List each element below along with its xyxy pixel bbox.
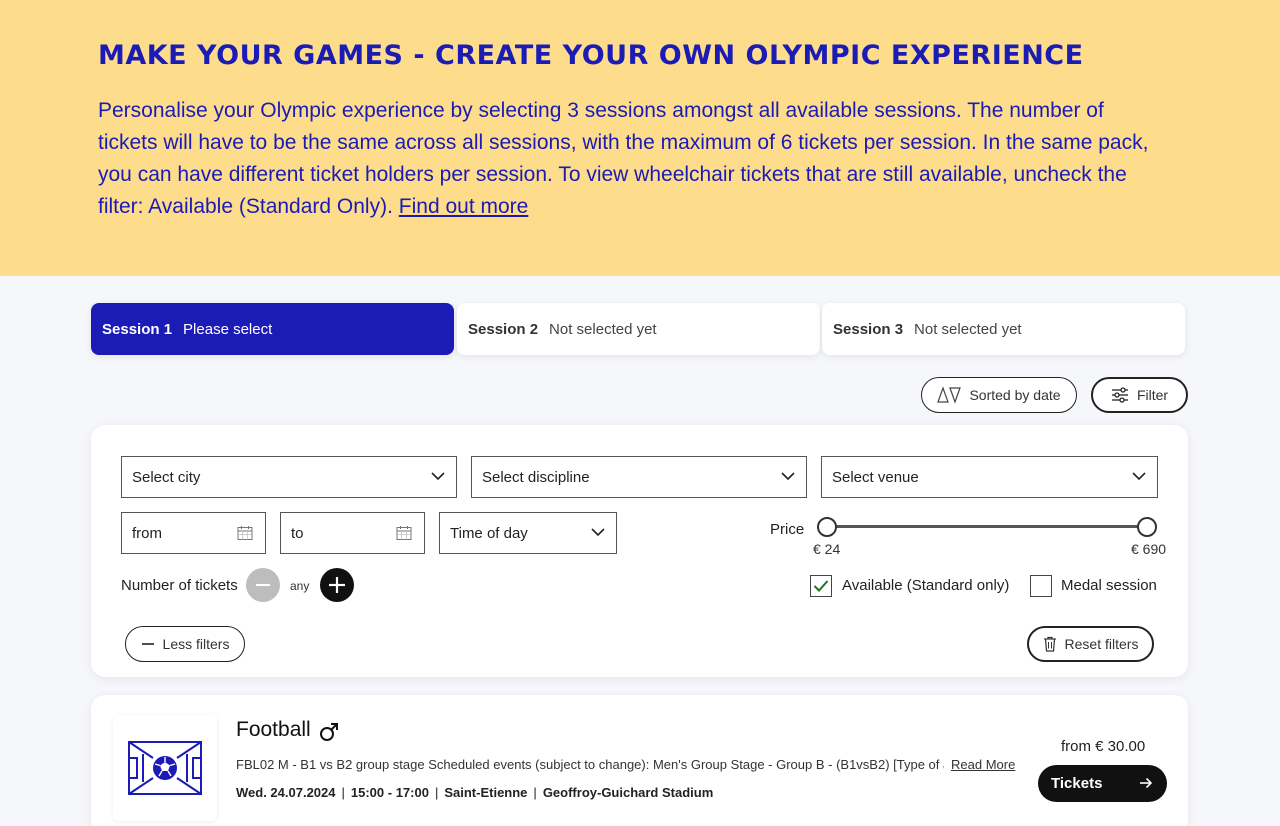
from-date-placeholder: from [132, 524, 162, 542]
football-pictogram [113, 715, 217, 821]
session-status: Not selected yet [549, 320, 657, 338]
event-venue: Geoffroy-Guichard Stadium [542, 785, 714, 800]
chevron-down-icon [431, 472, 445, 481]
calendar-icon [237, 526, 253, 540]
sort-icon [937, 386, 962, 404]
to-date-field[interactable]: to [280, 512, 425, 554]
session-tab-3[interactable]: Session 3 Not selected yet [822, 303, 1185, 355]
event-city: Saint-Etienne [444, 785, 528, 800]
sort-label: Sorted by date [969, 387, 1061, 403]
reset-filters-button[interactable]: Reset filters [1027, 626, 1154, 662]
price-label: Price [770, 521, 805, 538]
event-description: FBL02 M - B1 vs B2 group stage Scheduled… [236, 757, 944, 772]
less-filters-label: Less filters [162, 636, 230, 652]
tickets-count: any [290, 579, 310, 593]
from-date-field[interactable]: from [121, 512, 266, 554]
calendar-icon [396, 526, 412, 540]
available-standard-checkbox[interactable] [810, 575, 832, 597]
medal-session-checkbox[interactable] [1030, 575, 1052, 597]
tickets-button[interactable]: Tickets [1038, 765, 1167, 802]
venue-select[interactable]: Select venue [821, 456, 1158, 498]
price-min-value: € 24 [813, 541, 841, 557]
time-of-day-value: Time of day [450, 524, 528, 542]
event-details: Wed. 24.07.2024 | 15:00 - 17:00 | Saint-Etie… [236, 785, 713, 800]
page-title: MAKE YOUR GAMES - CREATE YOUR OWN OLYMPI… [98, 40, 1084, 71]
tickets-button-label: Tickets [1051, 775, 1103, 792]
price-max-handle[interactable] [1137, 517, 1157, 537]
medal-session-label: Medal session [1061, 577, 1157, 594]
session-status: Not selected yet [914, 320, 1022, 338]
plus-icon [329, 577, 345, 593]
find-out-more-link[interactable]: Find out more [399, 195, 529, 218]
city-select-value: Select city [132, 468, 201, 486]
session-number: Session 1 [102, 320, 173, 338]
to-date-placeholder: to [291, 524, 304, 542]
session-number: Session 3 [833, 320, 904, 338]
filter-label: Filter [1136, 387, 1169, 403]
session-number: Session 2 [468, 320, 539, 338]
arrow-right-icon [1140, 777, 1153, 789]
read-more-link[interactable]: Read More [951, 757, 1015, 772]
event-time: 15:00 - 17:00 [350, 785, 429, 800]
chevron-down-icon [781, 472, 795, 481]
price-slider-track[interactable] [826, 525, 1148, 528]
available-standard-label: Available (Standard only) [842, 577, 1010, 594]
minus-icon [141, 643, 154, 645]
separator: | [341, 785, 345, 800]
increase-tickets-button[interactable] [320, 568, 354, 602]
price-min-handle[interactable] [817, 517, 837, 537]
event-title: Football [236, 718, 311, 741]
hero-description-text: Personalise your Olympic experience by s… [98, 99, 1149, 218]
filter-button[interactable]: Filter [1091, 377, 1188, 413]
chevron-down-icon [1132, 472, 1146, 481]
chevron-down-icon [591, 528, 605, 537]
male-icon [320, 723, 338, 741]
venue-select-value: Select venue [832, 468, 919, 486]
discipline-select-value: Select discipline [482, 468, 590, 486]
football-pitch-icon [128, 741, 202, 795]
session-tab-2[interactable]: Session 2 Not selected yet [457, 303, 820, 355]
city-select[interactable]: Select city [121, 456, 457, 498]
sort-button[interactable]: Sorted by date [921, 377, 1077, 413]
separator: | [434, 785, 439, 800]
checkmark-icon [813, 580, 829, 592]
session-status: Please select [183, 320, 273, 338]
price-from: from € 30.00 [1061, 738, 1146, 755]
number-of-tickets-label: Number of tickets [121, 577, 238, 594]
sliders-icon [1111, 387, 1128, 403]
less-filters-button[interactable]: Less filters [125, 626, 245, 662]
minus-icon [256, 584, 270, 586]
price-max-value: € 690 [1131, 541, 1167, 557]
time-of-day-select[interactable]: Time of day [439, 512, 617, 554]
reset-filters-label: Reset filters [1064, 636, 1139, 652]
decrease-tickets-button[interactable] [246, 568, 280, 602]
hero-banner: MAKE YOUR GAMES - CREATE YOUR OWN OLYMPI… [0, 0, 1280, 276]
trash-icon [1043, 636, 1056, 652]
discipline-select[interactable]: Select discipline [471, 456, 807, 498]
session-tab-1[interactable]: Session 1 Please select [91, 303, 454, 355]
hero-description: Personalise your Olympic experience by s… [98, 95, 1158, 223]
event-date: Wed. 24.07.2024 [236, 785, 336, 800]
separator: | [533, 785, 537, 800]
